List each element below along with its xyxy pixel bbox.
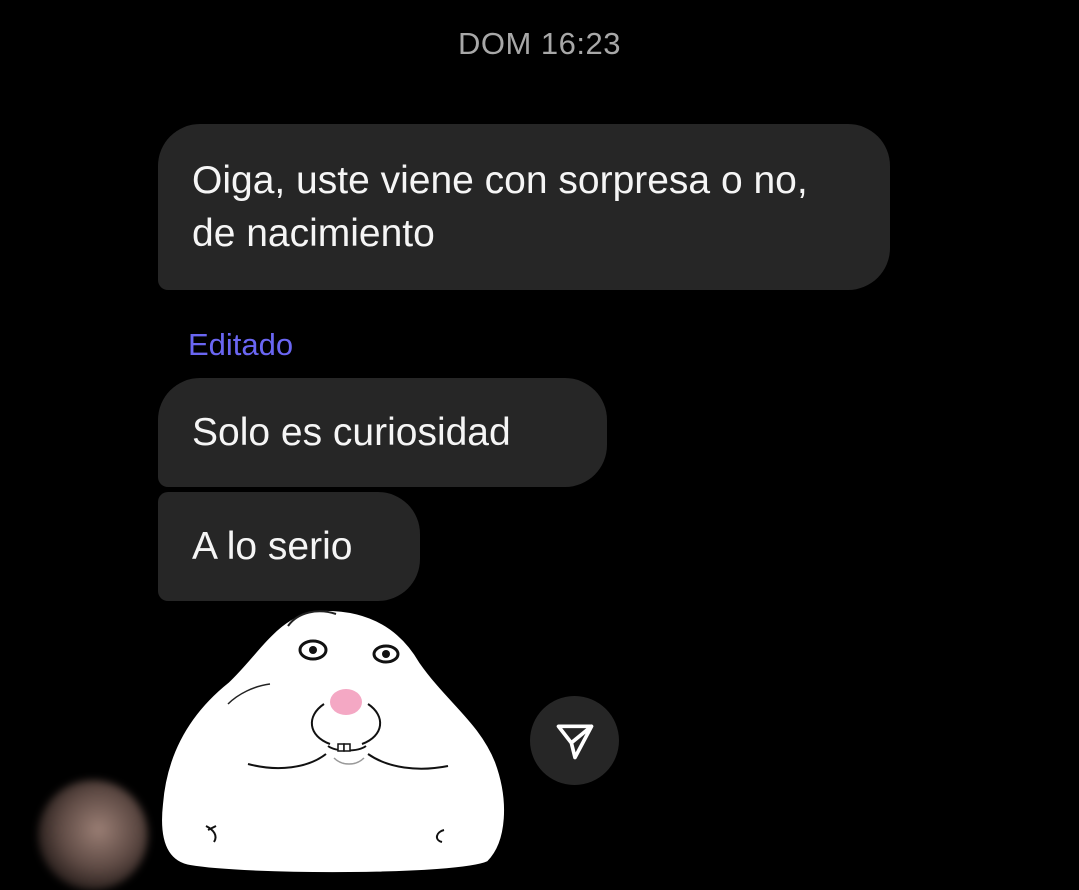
message-timestamp: DOM 16:23 — [457, 26, 621, 61]
share-button[interactable] — [530, 696, 619, 785]
message-text: A lo serio — [192, 525, 353, 568]
hamster-drawing — [160, 608, 506, 875]
message-bubble[interactable]: Oiga, uste viene con sorpresa o no, de n… — [158, 124, 890, 290]
hamster-sticker[interactable] — [158, 604, 508, 876]
avatar[interactable] — [38, 780, 148, 890]
paper-plane-icon — [556, 724, 593, 759]
edited-label: Editado — [188, 327, 294, 362]
message-bubble[interactable]: A lo serio — [158, 492, 420, 601]
message-text: Solo es curiosidad — [192, 411, 511, 454]
message-text: Oiga, uste viene con sorpresa o no, de n… — [192, 159, 808, 255]
message-bubble[interactable]: Solo es curiosidad — [158, 378, 607, 487]
